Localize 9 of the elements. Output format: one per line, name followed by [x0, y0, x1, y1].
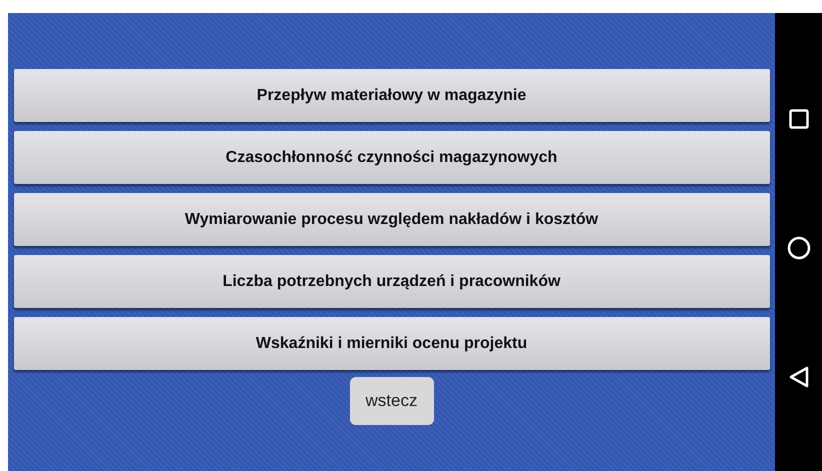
menu-button[interactable]: Wymiarowanie procesu względem nakładów i kosztów: [14, 193, 770, 246]
back-button[interactable]: wstecz: [350, 377, 434, 425]
menu-button[interactable]: Wskaźniki i mierniki ocenu projektu: [14, 317, 770, 370]
home-icon[interactable]: [786, 236, 810, 260]
recents-icon[interactable]: [788, 109, 808, 129]
menu-button[interactable]: Liczba potrzebnych urządzeń i pracowników: [14, 255, 770, 308]
back-icon[interactable]: [788, 366, 808, 388]
menu-button[interactable]: Przepływ materiałowy w magazynie: [14, 69, 770, 122]
menu-button[interactable]: Czasochłonność czynności magazynowych: [14, 131, 770, 184]
